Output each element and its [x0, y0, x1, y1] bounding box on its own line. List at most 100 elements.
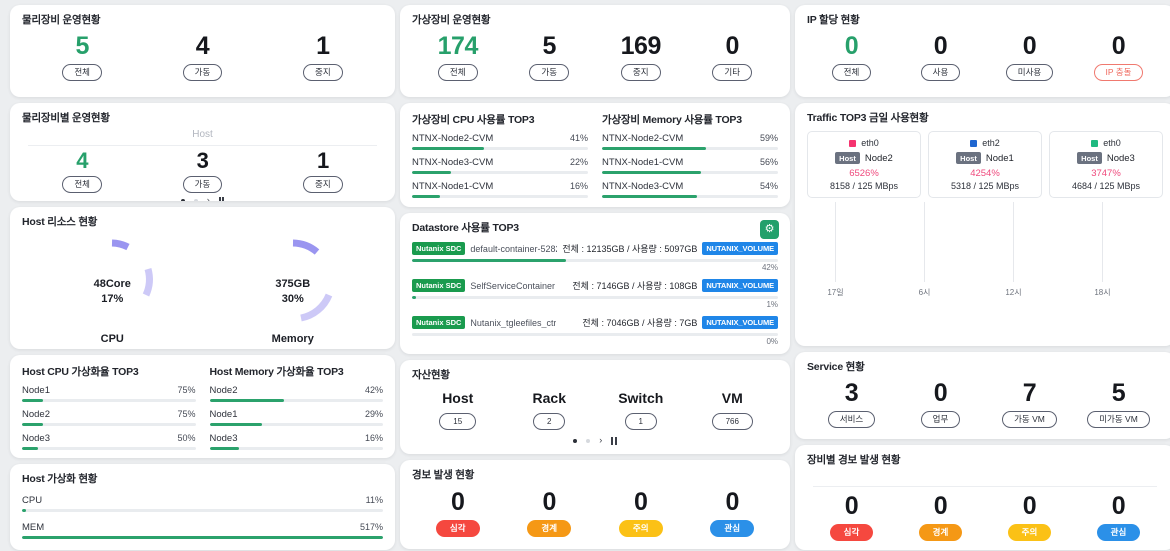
datastore-capacity: 전체 : 7146GB / 사용량 : 108GB [572, 281, 698, 291]
stat-value: 3 [196, 148, 209, 173]
gauge-cpu[interactable]: 48Core 17% CPU [22, 229, 203, 347]
stat-vm-other[interactable]: 0 기타 [687, 31, 779, 81]
stat-row: 0 심각 0 경계 0 주의 0 관심 [412, 487, 778, 537]
gridline [1102, 202, 1104, 282]
datastore-row[interactable]: Nutanix SDC default-container-52824... 전… [412, 242, 778, 272]
bar-value: 41% [569, 133, 588, 143]
bar-item[interactable]: NTNX-Node2-CVM 41% [412, 133, 588, 150]
bar-item[interactable]: Node2 75% [22, 409, 196, 426]
bar-item[interactable]: NTNX-Node1-CVM 16% [412, 181, 588, 198]
bar-item[interactable]: Node1 29% [209, 409, 383, 426]
asset-rack[interactable]: Rack 2 [504, 388, 596, 430]
bar-item[interactable]: Node3 50% [22, 433, 196, 450]
bar-item[interactable]: CPU 11% [22, 495, 383, 512]
x-axis-tick: 12시 [1005, 288, 1022, 297]
ip-used[interactable]: 0 사용 [896, 31, 985, 81]
bar-item[interactable]: NTNX-Node1-CVM 56% [602, 157, 778, 174]
panel-title: 장비별 경보 발생 현황 [807, 454, 901, 466]
carousel-dot-1[interactable] [180, 198, 185, 201]
bar-track [412, 259, 778, 262]
bar-item[interactable]: Node1 75% [22, 385, 196, 402]
memory-capacity: 375GB [275, 278, 311, 290]
panel-title: Host 가상화 현황 [22, 473, 98, 485]
datastore-name: Nutanix_tgleefiles_ctr [470, 317, 557, 328]
bar-track [209, 399, 383, 402]
bar-value: 29% [364, 409, 383, 419]
traffic-card[interactable]: eth2 Host Node1 4254% 5318 / 125 MBps [928, 131, 1042, 198]
asset-switch[interactable]: Switch 1 [595, 388, 687, 430]
carousel-next-icon[interactable]: › [207, 196, 210, 202]
stat-value: 7 [1022, 379, 1037, 407]
datastore-row[interactable]: Nutanix SDC Nutanix_tgleefiles_ctr 전체 : … [412, 316, 778, 346]
stat-value: 0 [725, 32, 740, 60]
bar-fill [412, 147, 485, 150]
stat-vm-running[interactable]: 5 가동 [504, 31, 596, 81]
running-vm-count[interactable]: 7 가동 VM [985, 378, 1074, 428]
carousel-dot-1[interactable] [573, 438, 578, 443]
stat-host-total[interactable]: 4 전체 [22, 148, 142, 193]
bar-track [209, 447, 383, 450]
asset-host[interactable]: Host 15 [412, 388, 504, 430]
carousel-dot-2[interactable] [193, 198, 198, 201]
host-memory-top3: Host Memory 가상화율 TOP3 Node2 42% Node1 29% … [209, 364, 383, 457]
gauge-memory[interactable]: 375GB 30% Memory [203, 229, 384, 347]
bar-track [412, 333, 778, 336]
carousel-dot-2[interactable] [586, 438, 591, 443]
bar-name: Node2 [22, 409, 50, 420]
bar-fill [412, 259, 566, 262]
stat-physical-total[interactable]: 5 전체 [22, 31, 142, 81]
stat-physical-stopped[interactable]: 1 중지 [263, 31, 383, 81]
alarm-major[interactable]: 0 경계 [504, 487, 596, 537]
traffic-card[interactable]: eth0 Host Node2 6526% 8158 / 125 MBps [807, 131, 921, 198]
bar-track [602, 171, 778, 174]
ip-conflict[interactable]: 0 IP 충돌 [1074, 31, 1163, 81]
stat-value: 5 [75, 32, 89, 60]
carousel-pause-icon[interactable] [611, 436, 617, 445]
stat-label: 중지 [303, 64, 343, 81]
business-count[interactable]: 0 업무 [896, 378, 985, 428]
service-count[interactable]: 3 서비스 [807, 378, 896, 428]
ip-unused[interactable]: 0 미사용 [985, 31, 1074, 81]
ip-total[interactable]: 0 전체 [807, 31, 896, 81]
stat-vm-stopped[interactable]: 169 중지 [595, 31, 687, 81]
host-badge: Host [1077, 152, 1102, 164]
carousel-next-icon[interactable]: › [599, 436, 602, 445]
gear-icon[interactable]: ⚙ [760, 220, 779, 239]
stat-vm-total[interactable]: 174 전체 [412, 31, 504, 81]
asset-vm[interactable]: VM 766 [687, 388, 779, 430]
bar-item[interactable]: Node3 16% [209, 433, 383, 450]
stat-label: 전체 [62, 176, 102, 193]
bar-item[interactable]: NTNX-Node3-CVM 54% [602, 181, 778, 198]
device-alarm-major[interactable]: 0 경계 [896, 491, 985, 541]
stopped-vm-count[interactable]: 5 미가동 VM [1074, 378, 1163, 428]
bar-name: NTNX-Node1-CVM [602, 157, 684, 168]
stat-row: 4 전체 3 가동 1 중지 [22, 148, 383, 193]
bar-item[interactable]: Node2 42% [209, 385, 383, 402]
bar-fill [412, 171, 451, 174]
stat-host-running[interactable]: 3 가동 [142, 148, 262, 193]
host-badge: Host [956, 152, 981, 164]
panel-title: Host 리소스 현황 [22, 216, 98, 228]
alarm-critical[interactable]: 0 심각 [412, 487, 504, 537]
stat-physical-running[interactable]: 4 가동 [142, 31, 262, 81]
traffic-card[interactable]: eth0 Host Node3 3747% 4684 / 125 MBps [1049, 131, 1163, 198]
alarm-minor[interactable]: 0 주의 [595, 487, 687, 537]
stat-value: 3 [844, 379, 859, 407]
carousel-label: Host [28, 128, 377, 146]
stat-host-stopped[interactable]: 1 중지 [263, 148, 383, 193]
bar-item[interactable]: NTNX-Node2-CVM 59% [602, 133, 778, 150]
device-alarm-info[interactable]: 0 관심 [1074, 491, 1163, 541]
bar-item[interactable]: NTNX-Node3-CVM 22% [412, 157, 588, 174]
interface-name: eth2 [982, 138, 1000, 148]
bar-value: 16% [364, 433, 383, 443]
stat-label: 전체 [831, 64, 872, 81]
device-alarm-critical[interactable]: 0 심각 [807, 491, 896, 541]
device-alarm-minor[interactable]: 0 주의 [985, 491, 1074, 541]
bar-item[interactable]: MEM 517% [22, 522, 383, 539]
datastore-row[interactable]: Nutanix SDC SelfServiceContainer 전체 : 71… [412, 279, 778, 309]
bar-fill [412, 195, 441, 198]
alarm-info[interactable]: 0 관심 [687, 487, 779, 537]
carousel-pause-icon[interactable] [218, 196, 225, 201]
severity-badge: 심각 [435, 520, 480, 537]
storage-type-badge: Nutanix SDC [412, 279, 466, 292]
